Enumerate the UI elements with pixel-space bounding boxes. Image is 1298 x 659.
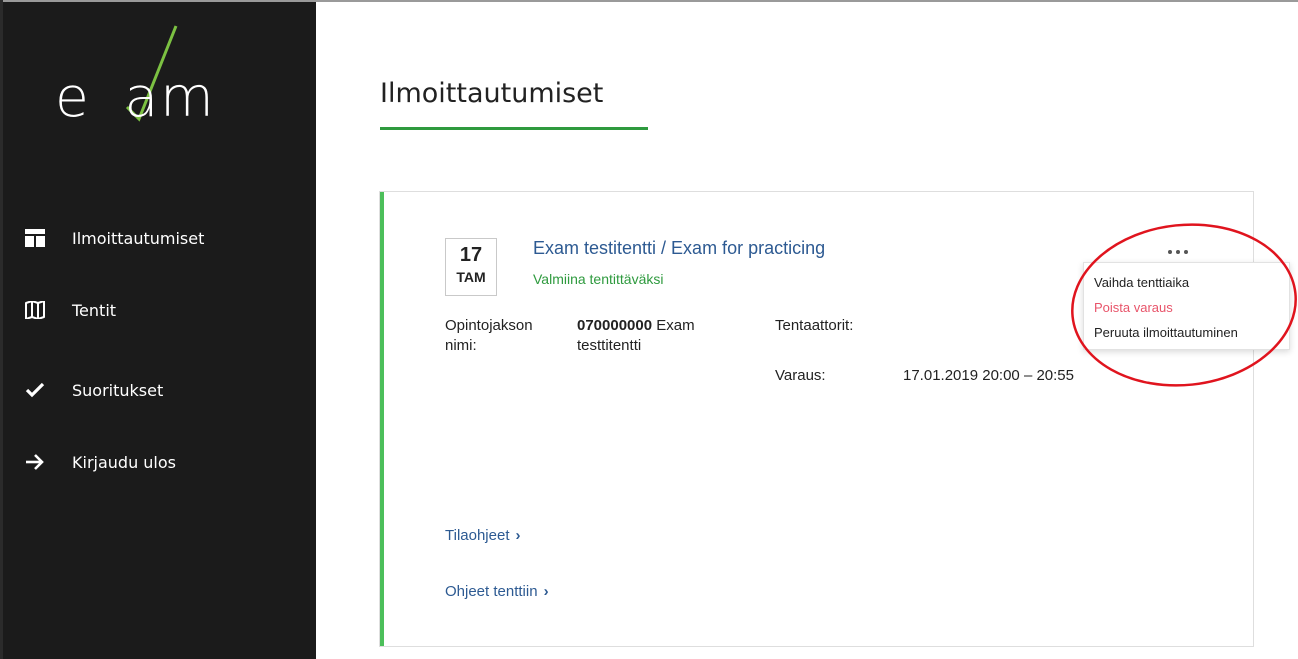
more-dot <box>1176 250 1180 254</box>
chevron-right-icon: › <box>543 583 549 600</box>
more-dot <box>1184 250 1188 254</box>
sidebar-item-kirjaudu-ulos[interactable]: Kirjaudu ulos <box>3 442 316 482</box>
menu-item-change-time[interactable]: Vaihda tenttiaika <box>1094 275 1189 290</box>
ohjeet-tenttiin-link[interactable]: Ohjeet tenttiin › <box>445 583 549 600</box>
link-label: Tilaohjeet <box>445 527 510 544</box>
logo-text: exam <box>55 65 216 129</box>
sidebar-item-label: Suoritukset <box>72 380 164 400</box>
options-dropdown: Vaihda tenttiaika Poista varaus Peruuta … <box>1083 262 1290 350</box>
more-dot <box>1168 250 1172 254</box>
examiners-label: Tentaattorit: <box>775 317 854 334</box>
checkmark-icon <box>24 379 46 401</box>
sidebar: exam Ilmoittautumiset <box>3 2 316 659</box>
sidebar-item-label: Tentit <box>72 300 117 320</box>
date-day: 17 <box>459 244 483 266</box>
menu-item-cancel-enrolment[interactable]: Peruuta ilmoittautuminen <box>1094 325 1238 340</box>
page-title: Ilmoittautumiset <box>380 78 604 109</box>
exam-title-link[interactable]: Exam testitentti / Exam for practicing <box>533 238 825 259</box>
dashboard-icon <box>24 227 46 249</box>
book-icon <box>24 299 46 321</box>
tilaohjeet-link[interactable]: Tilaohjeet › <box>445 527 520 544</box>
title-underline <box>380 127 648 130</box>
exam-logo[interactable]: exam <box>55 24 255 134</box>
chevron-right-icon: › <box>515 527 521 544</box>
sidebar-item-label: Ilmoittautumiset <box>72 228 205 248</box>
more-options-button[interactable] <box>1160 244 1196 260</box>
course-name-label: Opintojakson nimi: <box>445 317 533 354</box>
link-label: Ohjeet tenttiin <box>445 583 538 600</box>
arrow-right-icon <box>24 451 46 473</box>
sidebar-item-suoritukset[interactable]: Suoritukset <box>3 370 316 410</box>
sidebar-item-label: Kirjaudu ulos <box>72 452 176 472</box>
sidebar-item-tentit[interactable]: Tentit <box>3 290 316 330</box>
date-month: TAM <box>456 269 486 285</box>
reservation-value: 17.01.2019 20:00 – 20:55 <box>903 367 1074 384</box>
enrolment-card: 17 TAM Exam testitentti / Exam for pract… <box>379 191 1254 647</box>
exam-status: Valmiina tentittäväksi <box>533 271 664 287</box>
card-accent-bar <box>380 192 384 646</box>
date-badge: 17 TAM <box>445 238 497 296</box>
course-name-value: 070000000 Exam testtitentti <box>577 316 757 356</box>
menu-item-remove-reservation[interactable]: Poista varaus <box>1094 300 1173 315</box>
course-code: 070000000 <box>577 317 653 334</box>
reservation-label: Varaus: <box>775 367 826 384</box>
sidebar-item-ilmoittautumiset[interactable]: Ilmoittautumiset <box>3 218 316 258</box>
app-window: exam Ilmoittautumiset <box>0 0 1298 659</box>
